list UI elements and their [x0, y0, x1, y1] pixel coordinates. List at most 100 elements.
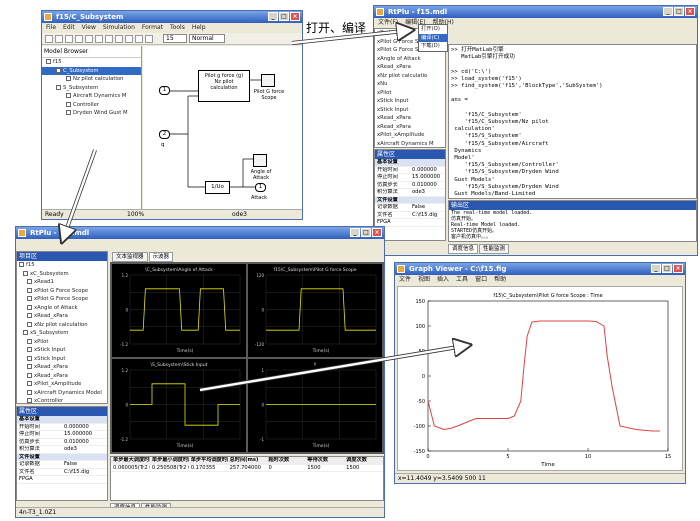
tree-item[interactable]: xStick Input: [17, 346, 107, 355]
angle-scope-block[interactable]: [253, 154, 267, 167]
menu-file[interactable]: 文件: [399, 275, 411, 285]
inport-1[interactable]: 1: [159, 86, 170, 95]
menu-help[interactable]: Help: [192, 23, 206, 33]
stop-time-input[interactable]: 15: [163, 34, 187, 43]
tree-item[interactable]: xRead_xPara: [17, 363, 107, 372]
prop-row[interactable]: 开始时间 0.000000: [17, 424, 107, 431]
menu-insert[interactable]: 插入: [437, 275, 449, 285]
tree-item[interactable]: xRead_xPara: [375, 63, 445, 72]
menu-file[interactable]: 文件(F): [378, 18, 398, 28]
close-button[interactable]: ×: [685, 7, 695, 16]
run-icon[interactable]: [135, 34, 143, 43]
menu-format[interactable]: Format: [142, 23, 163, 33]
prop-row[interactable]: 开始时间 0.000000: [375, 167, 445, 174]
tree-item[interactable]: xStick Input: [375, 106, 445, 115]
inport-2[interactable]: 2: [159, 130, 170, 139]
tree-item[interactable]: xStick Input: [375, 97, 445, 106]
prop-row[interactable]: 记录数据 False: [375, 204, 445, 212]
tree-item[interactable]: S_Subsystem: [42, 84, 141, 93]
undo-icon[interactable]: [115, 34, 123, 43]
minimize-button[interactable]: _: [651, 264, 661, 273]
menu-tools[interactable]: Tools: [170, 23, 185, 33]
close-button[interactable]: ×: [673, 264, 683, 273]
prop-row[interactable]: FPGA: [375, 219, 445, 227]
maximize-button[interactable]: □: [279, 12, 289, 21]
prop-row[interactable]: 记录数据 False: [17, 461, 107, 469]
maximize-button[interactable]: □: [361, 228, 371, 237]
transfer-fn-block[interactable]: 1/Uo: [205, 181, 230, 194]
graph-canvas[interactable]: f15\C_Subsystem\Pilot G force Scope : Ti…: [397, 286, 683, 471]
prop-row[interactable]: 停止时间 15.000000: [17, 431, 107, 439]
tree-item[interactable]: xRead_xPara: [17, 372, 107, 381]
prop-row[interactable]: 文件名 C:\f15.dig: [17, 469, 107, 476]
tab-text-monitor[interactable]: 文本监视器: [112, 252, 148, 262]
tree-item[interactable]: xPilot_xAmplitude: [17, 380, 107, 389]
ide-top-title-bar[interactable]: RtPlu - f15.mdl _ □ ×: [374, 6, 697, 18]
minimize-button[interactable]: _: [663, 7, 673, 16]
minimize-button[interactable]: _: [350, 228, 360, 237]
menu-file[interactable]: File: [46, 23, 56, 33]
tree-item[interactable]: xC_Subsystem: [17, 270, 107, 279]
pilot-g-scope-block[interactable]: [261, 74, 275, 87]
tree-item[interactable]: Nz pilot calculation: [42, 75, 141, 84]
minimize-button[interactable]: _: [268, 12, 278, 21]
popup-open[interactable]: 打开(O): [419, 25, 447, 34]
menu-window[interactable]: 窗口: [475, 275, 487, 285]
tree-item[interactable]: xAngle of Attack: [375, 55, 445, 64]
new-icon[interactable]: [45, 34, 53, 43]
tree-item[interactable]: xPilot G Force Scope: [17, 295, 107, 304]
menu-edit[interactable]: Edit: [63, 23, 75, 33]
tree-item[interactable]: xRead_xPara: [17, 312, 107, 321]
open-icon[interactable]: [55, 34, 63, 43]
tree-item[interactable]: Aircraft Dynamics M: [42, 92, 141, 101]
prop-row[interactable]: 文件名 C:\f15.dig: [375, 212, 445, 219]
print-icon[interactable]: [75, 34, 83, 43]
tree-item[interactable]: xStick Input: [17, 355, 107, 364]
tree-item[interactable]: f15: [17, 261, 107, 270]
menu-simulation[interactable]: Simulation: [103, 23, 135, 33]
model-canvas[interactable]: 1 2 q Pilot g force (g) Nz pilot calcula…: [143, 46, 302, 209]
tree-item[interactable]: Controller: [42, 101, 141, 110]
menu-view[interactable]: View: [82, 23, 96, 33]
stop-icon[interactable]: [145, 34, 153, 43]
tree-item[interactable]: xPilot: [375, 89, 445, 98]
tree-item[interactable]: xPilot_xAmplitude: [375, 131, 445, 140]
tree-item[interactable]: xRead_xPara: [375, 123, 445, 132]
tree-item[interactable]: xS_Subsystem: [17, 329, 107, 338]
sim-mode-select[interactable]: Normal: [189, 34, 225, 43]
tab-oscilloscope[interactable]: 示波器: [148, 252, 174, 262]
popup-download[interactable]: 下载(D): [419, 42, 447, 51]
cut-icon[interactable]: [85, 34, 93, 43]
tree-item[interactable]: Dryden Wind Gust M: [42, 109, 141, 118]
tree-item[interactable]: xNz pilot calculatio: [375, 72, 445, 81]
close-button[interactable]: ×: [290, 12, 300, 21]
tree-item[interactable]: xNu: [375, 80, 445, 89]
tree-item[interactable]: xPilot: [17, 338, 107, 347]
popup-compile[interactable]: 编译(C): [419, 33, 447, 42]
tree-item[interactable]: xController: [17, 397, 107, 403]
tree-item-selected[interactable]: C_Subsystem: [42, 66, 141, 75]
prop-row[interactable]: 仿真步长 0.010000: [375, 182, 445, 189]
tree-item[interactable]: xRead1: [17, 278, 107, 287]
tab-schedule-info[interactable]: 调度信息: [448, 244, 479, 254]
tree-item[interactable]: xAngle of Attack: [17, 304, 107, 313]
paste-icon[interactable]: [105, 34, 113, 43]
close-button[interactable]: ×: [372, 228, 382, 237]
tab-performance[interactable]: 性能监测: [479, 244, 510, 254]
copy-icon[interactable]: [95, 34, 103, 43]
outport-1[interactable]: 1: [255, 183, 266, 192]
menu-tools[interactable]: 工具: [456, 275, 468, 285]
graph-viewer-title-bar[interactable]: Graph Viewer - C:\f15.fig _ □ ×: [395, 263, 685, 275]
simulink-title-bar[interactable]: f15/C_Subsystem _ □ ×: [42, 11, 302, 23]
prop-row[interactable]: 停止时间 15.000000: [375, 174, 445, 182]
prop-row[interactable]: 仿真步长 0.010000: [17, 439, 107, 446]
maximize-button[interactable]: □: [662, 264, 672, 273]
prop-row[interactable]: 积分算法 ode3: [375, 189, 445, 197]
tree-item[interactable]: xRead_xPara: [375, 114, 445, 123]
maximize-button[interactable]: □: [674, 7, 684, 16]
tree-item[interactable]: f15: [42, 58, 141, 67]
tree-item[interactable]: xPilot G Force Scope: [17, 287, 107, 296]
redo-icon[interactable]: [125, 34, 133, 43]
tree-item[interactable]: xAircraft Dynamics M: [375, 140, 445, 148]
prop-row[interactable]: FPGA: [17, 476, 107, 484]
